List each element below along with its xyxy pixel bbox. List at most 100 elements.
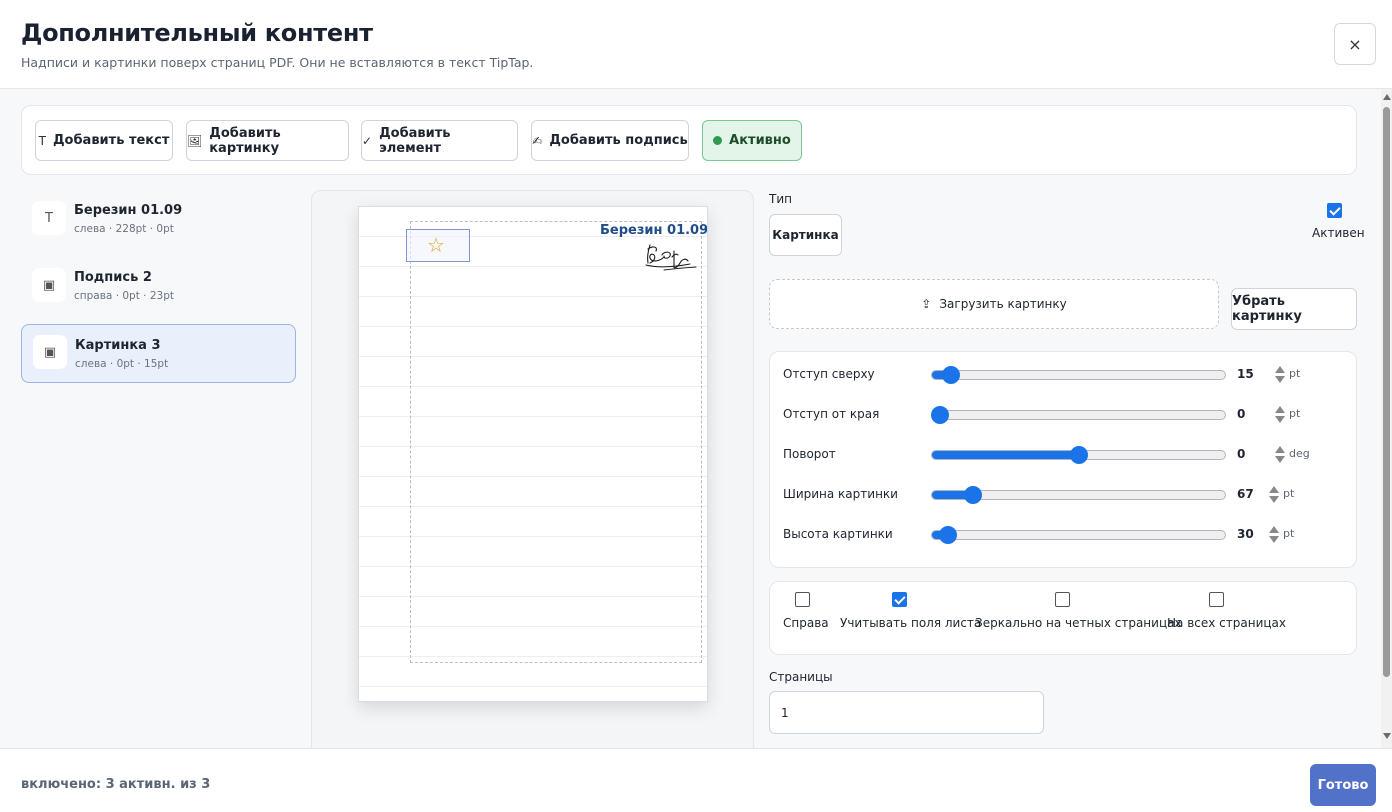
checkmark-icon: ✓ [362,133,373,148]
slider-value: 0 [1237,407,1246,421]
spinner-arrows-icon[interactable] [1269,524,1279,546]
slider-unit: pt [1289,367,1301,380]
signature-icon: ✍ [532,133,543,148]
list-item-text-1[interactable]: T Березин 01.09 слева · 228pt · 0pt [21,190,296,249]
image-icon: ▣ [33,335,67,369]
add-signature-button[interactable]: ✍ Добавить подпись [531,120,689,161]
slider-value: 15 [1237,367,1254,381]
star-icon: ☆ [427,233,445,257]
image-icon: ▣ [32,268,66,302]
slider-value: 0 [1237,447,1246,461]
slider-track[interactable] [931,530,1226,540]
upload-image-button[interactable]: ⇪ Загрузить картинку [769,279,1219,329]
dialog-header: Дополнительный контент Надписи и картинк… [0,0,1392,89]
active-toggle-label: Активно [729,133,791,148]
slider-label: Ширина картинки [783,487,898,501]
selected-image-overlay[interactable]: ☆ [406,229,470,262]
slider-thumb[interactable] [931,406,949,424]
list-item-subtitle: слева · 228pt · 0pt [74,223,174,235]
list-item-image-3[interactable]: ▣ Картинка 3 слева · 0pt · 15pt [21,324,296,383]
active-checkbox[interactable] [1327,203,1342,218]
slider-unit: pt [1283,527,1295,540]
all-pages-checkbox[interactable] [1209,592,1224,607]
type-label: Тип [769,192,792,206]
list-item-subtitle: справа · 0pt · 23pt [74,290,174,302]
status-dot-icon [713,136,723,145]
upload-image-label: Загрузить картинку [939,297,1067,311]
toolbar: T Добавить текст 🖼 Добавить картинку ✓ Д… [21,105,1357,175]
text-overlay[interactable]: Березин 01.09 [600,223,707,238]
text-icon: T [32,201,66,235]
slider-value: 30 [1237,527,1254,541]
slider-unit: pt [1289,407,1301,420]
right-side-checkbox[interactable] [795,592,810,607]
slider-track[interactable] [931,370,1226,380]
page-preview: ☆ Березин 01.09 [311,190,754,748]
signature-image[interactable] [644,237,702,273]
list-item-subtitle: слева · 0pt · 15pt [75,358,169,370]
add-text-label: Добавить текст [52,133,170,148]
list-item-title: Березин 01.09 [74,203,183,218]
scroll-up-icon[interactable] [1383,94,1391,100]
slider-thumb[interactable] [1069,446,1088,464]
mirror-even-pages-label: Зеркально на четных страницах [975,616,1182,630]
slider-thumb[interactable] [964,486,983,504]
scroll-thumb[interactable] [1383,107,1390,677]
remove-image-button[interactable]: Убрать картинку [1231,288,1357,330]
pages-input[interactable] [769,691,1044,734]
slider-label: Поворот [783,447,836,461]
slider-unit: deg [1289,447,1310,460]
pdf-page: ☆ Березин 01.09 [358,206,708,702]
page-margin-box [410,221,702,663]
list-item-signature-2[interactable]: ▣ Подпись 2 справа · 0pt · 23pt [21,257,296,316]
add-element-button[interactable]: ✓ Добавить элемент [361,120,518,161]
slider-row-top-offset: Отступ сверху 15 pt [770,363,1358,387]
active-toggle-button[interactable]: Активно [702,120,802,161]
dialog-title: Дополнительный контент [21,19,373,47]
close-button[interactable]: × [1334,23,1376,65]
slider-unit: pt [1283,487,1295,500]
spinner-arrows-icon[interactable] [1275,404,1285,426]
image-icon: 🖼 [187,133,203,148]
list-item-title: Подпись 2 [74,270,152,285]
spinner-arrows-icon[interactable] [1269,484,1279,506]
add-image-label: Добавить картинку [209,125,281,156]
right-side-label: Справа [783,616,829,630]
slider-track[interactable] [931,410,1226,420]
slider-row-rotation: Поворот 0 deg [770,443,1358,467]
type-select[interactable]: Картинка [769,214,842,256]
add-element-label: Добавить элемент [379,125,451,156]
scrollbar[interactable] [1381,89,1392,748]
slider-thumb[interactable] [942,366,961,384]
slider-label: Высота картинки [783,527,893,541]
spinner-arrows-icon[interactable] [1275,364,1285,386]
dialog-body: T Добавить текст 🖼 Добавить картинку ✓ Д… [0,89,1392,748]
active-checkbox-label: Активен [1312,226,1365,240]
add-signature-label: Добавить подпись [549,133,688,148]
dialog-footer: включено: 3 активн. из 3 Готово [0,748,1392,812]
all-pages-label: На всех страницах [1167,616,1286,630]
placement-options-panel: Справа Учитывать поля листа Зеркально на… [769,581,1357,655]
position-sliders-panel: Отступ сверху 15 pt Отступ от края 0 pt … [769,351,1357,568]
close-icon: × [1348,34,1362,54]
text-icon: T [38,133,46,148]
list-item-title: Картинка 3 [75,338,161,353]
slider-row-image-width: Ширина картинки 67 pt [770,483,1358,507]
mirror-even-pages-checkbox[interactable] [1055,592,1070,607]
footer-status: включено: 3 активн. из 3 [21,777,211,792]
pages-label: Страницы [769,670,833,684]
upload-icon: ⇪ [921,297,932,311]
dialog-subtitle: Надписи и картинки поверх страниц PDF. О… [21,55,534,70]
add-image-button[interactable]: 🖼 Добавить картинку [186,120,349,161]
slider-thumb[interactable] [939,526,958,544]
respect-margins-label: Учитывать поля листа [840,616,982,630]
slider-label: Отступ сверху [783,367,875,381]
add-text-button[interactable]: T Добавить текст [35,120,173,161]
slider-label: Отступ от края [783,407,880,421]
respect-margins-checkbox[interactable] [892,592,907,607]
scroll-down-icon[interactable] [1383,733,1391,739]
slider-value: 67 [1237,487,1254,501]
spinner-arrows-icon[interactable] [1275,444,1285,466]
slider-row-image-height: Высота картинки 30 pt [770,523,1358,547]
done-button[interactable]: Готово [1310,764,1376,806]
